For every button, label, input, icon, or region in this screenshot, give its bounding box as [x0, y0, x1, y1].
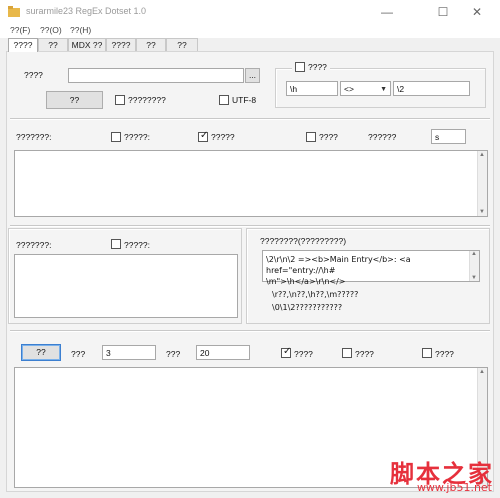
divider-3 — [10, 330, 490, 332]
bottom-value-1-input[interactable]: 3 — [102, 345, 156, 360]
mid-textarea[interactable]: ▲ ▼ — [14, 150, 488, 217]
mid-textarea-scrollbar[interactable]: ▲ ▼ — [477, 151, 487, 216]
bottom-checkbox-1[interactable] — [281, 346, 291, 358]
close-button[interactable]: ✕ — [454, 0, 500, 24]
utf8-checkbox[interactable] — [219, 95, 229, 105]
tab-4[interactable]: ???? — [106, 38, 136, 52]
watermark-url: www.jb51.net — [416, 481, 492, 494]
bottom-value-2-input[interactable]: 20 — [196, 345, 250, 360]
tab-2[interactable]: ?? — [38, 38, 68, 52]
mid-label-1: ???????: — [16, 132, 52, 142]
example-textbox[interactable]: \2\r\n\2 =><b>Main Entry</b>: <a href="e… — [262, 250, 480, 286]
lower-left-textarea[interactable] — [14, 254, 238, 318]
lower-left-checkbox[interactable] — [111, 239, 121, 249]
tab-5[interactable]: ?? — [136, 38, 166, 52]
bottom-go-button[interactable]: ?? — [21, 344, 61, 361]
bottom-label-1: ??? — [71, 349, 86, 359]
lower-left-label: ???????: — [16, 240, 52, 250]
bottom-checkbox-3-label: ???? — [435, 349, 454, 359]
mid-checkbox-1-label: ?????: — [124, 132, 150, 142]
replace-field-input[interactable]: \2 — [393, 81, 470, 96]
example-line-1: \2\r\n\2 =><b>Main Entry</b>: <a href="e… — [266, 255, 411, 275]
chevron-down-icon: ▼ — [380, 86, 387, 93]
mid-label-2: ?????? — [368, 132, 397, 142]
groupbox-checkbox-label: ???? — [308, 62, 327, 72]
browse-button[interactable]: ... — [245, 68, 260, 83]
example-line-2: \m">\h</a>\r\n</> — [266, 277, 346, 286]
scroll-down-icon[interactable]: ▼ — [471, 275, 477, 281]
bottom-label-2: ??? — [166, 349, 181, 359]
operator-select-value: <> — [344, 84, 354, 94]
divider-1 — [10, 118, 490, 120]
scroll-down-icon[interactable]: ▼ — [479, 209, 485, 215]
file-path-input[interactable] — [68, 68, 244, 83]
mid-checkbox-3[interactable] — [306, 132, 316, 142]
groupbox-header: ???? — [292, 62, 330, 72]
app-folder-icon — [8, 6, 20, 17]
bottom-checkbox-2[interactable] — [342, 348, 352, 358]
find-field-input[interactable]: \h — [286, 81, 338, 96]
example-scrollbar[interactable]: ▲ ▼ — [469, 251, 479, 281]
example-text: \2\r\n\2 =><b>Main Entry</b>: <a href="e… — [266, 254, 466, 287]
menu-file[interactable]: ??(F) — [10, 25, 30, 35]
mid-number-input[interactable]: s — [431, 129, 466, 144]
tab-6[interactable]: ?? — [166, 38, 198, 52]
site-watermark: 脚本之家 www.jb51.net — [344, 454, 494, 494]
example-group-title: ????????(?????????) — [260, 236, 347, 246]
tab-main[interactable]: ???? — [8, 38, 38, 52]
groupbox-checkbox[interactable] — [295, 62, 305, 72]
scroll-up-icon[interactable]: ▲ — [479, 369, 485, 375]
mid-checkbox-2[interactable] — [198, 130, 208, 142]
minimize-button[interactable]: — — [364, 0, 410, 24]
divider-2 — [10, 225, 490, 227]
menu-options[interactable]: ??(O) — [40, 25, 62, 35]
utf8-label: UTF-8 — [232, 95, 257, 105]
lower-left-checkbox-label: ?????: — [124, 240, 150, 250]
top-go-button[interactable]: ?? — [46, 91, 103, 109]
mid-checkbox-2-label: ????? — [211, 132, 235, 142]
bottom-checkbox-2-label: ???? — [355, 349, 374, 359]
escape-note-1: \r??,\n??,\h??,\m????? — [272, 290, 359, 299]
escape-note-2: \0\1\2??????????? — [272, 303, 343, 312]
scroll-up-icon[interactable]: ▲ — [471, 251, 477, 257]
tab-mdx[interactable]: MDX ?? — [68, 38, 106, 52]
operator-select[interactable]: <> ▼ — [340, 81, 391, 96]
option-checkbox[interactable] — [115, 95, 125, 105]
mid-checkbox-3-label: ???? — [319, 132, 338, 142]
mid-checkbox-1[interactable] — [111, 132, 121, 142]
scroll-up-icon[interactable]: ▲ — [479, 152, 485, 158]
window-title: surarmile23 RegEx Dotset 1.0 — [26, 6, 147, 16]
menu-help[interactable]: ??(H) — [70, 25, 91, 35]
option-checkbox-label: ???????? — [128, 95, 166, 105]
bottom-checkbox-1-label: ???? — [294, 349, 313, 359]
bottom-checkbox-3[interactable] — [422, 348, 432, 358]
file-label: ???? — [24, 70, 43, 80]
